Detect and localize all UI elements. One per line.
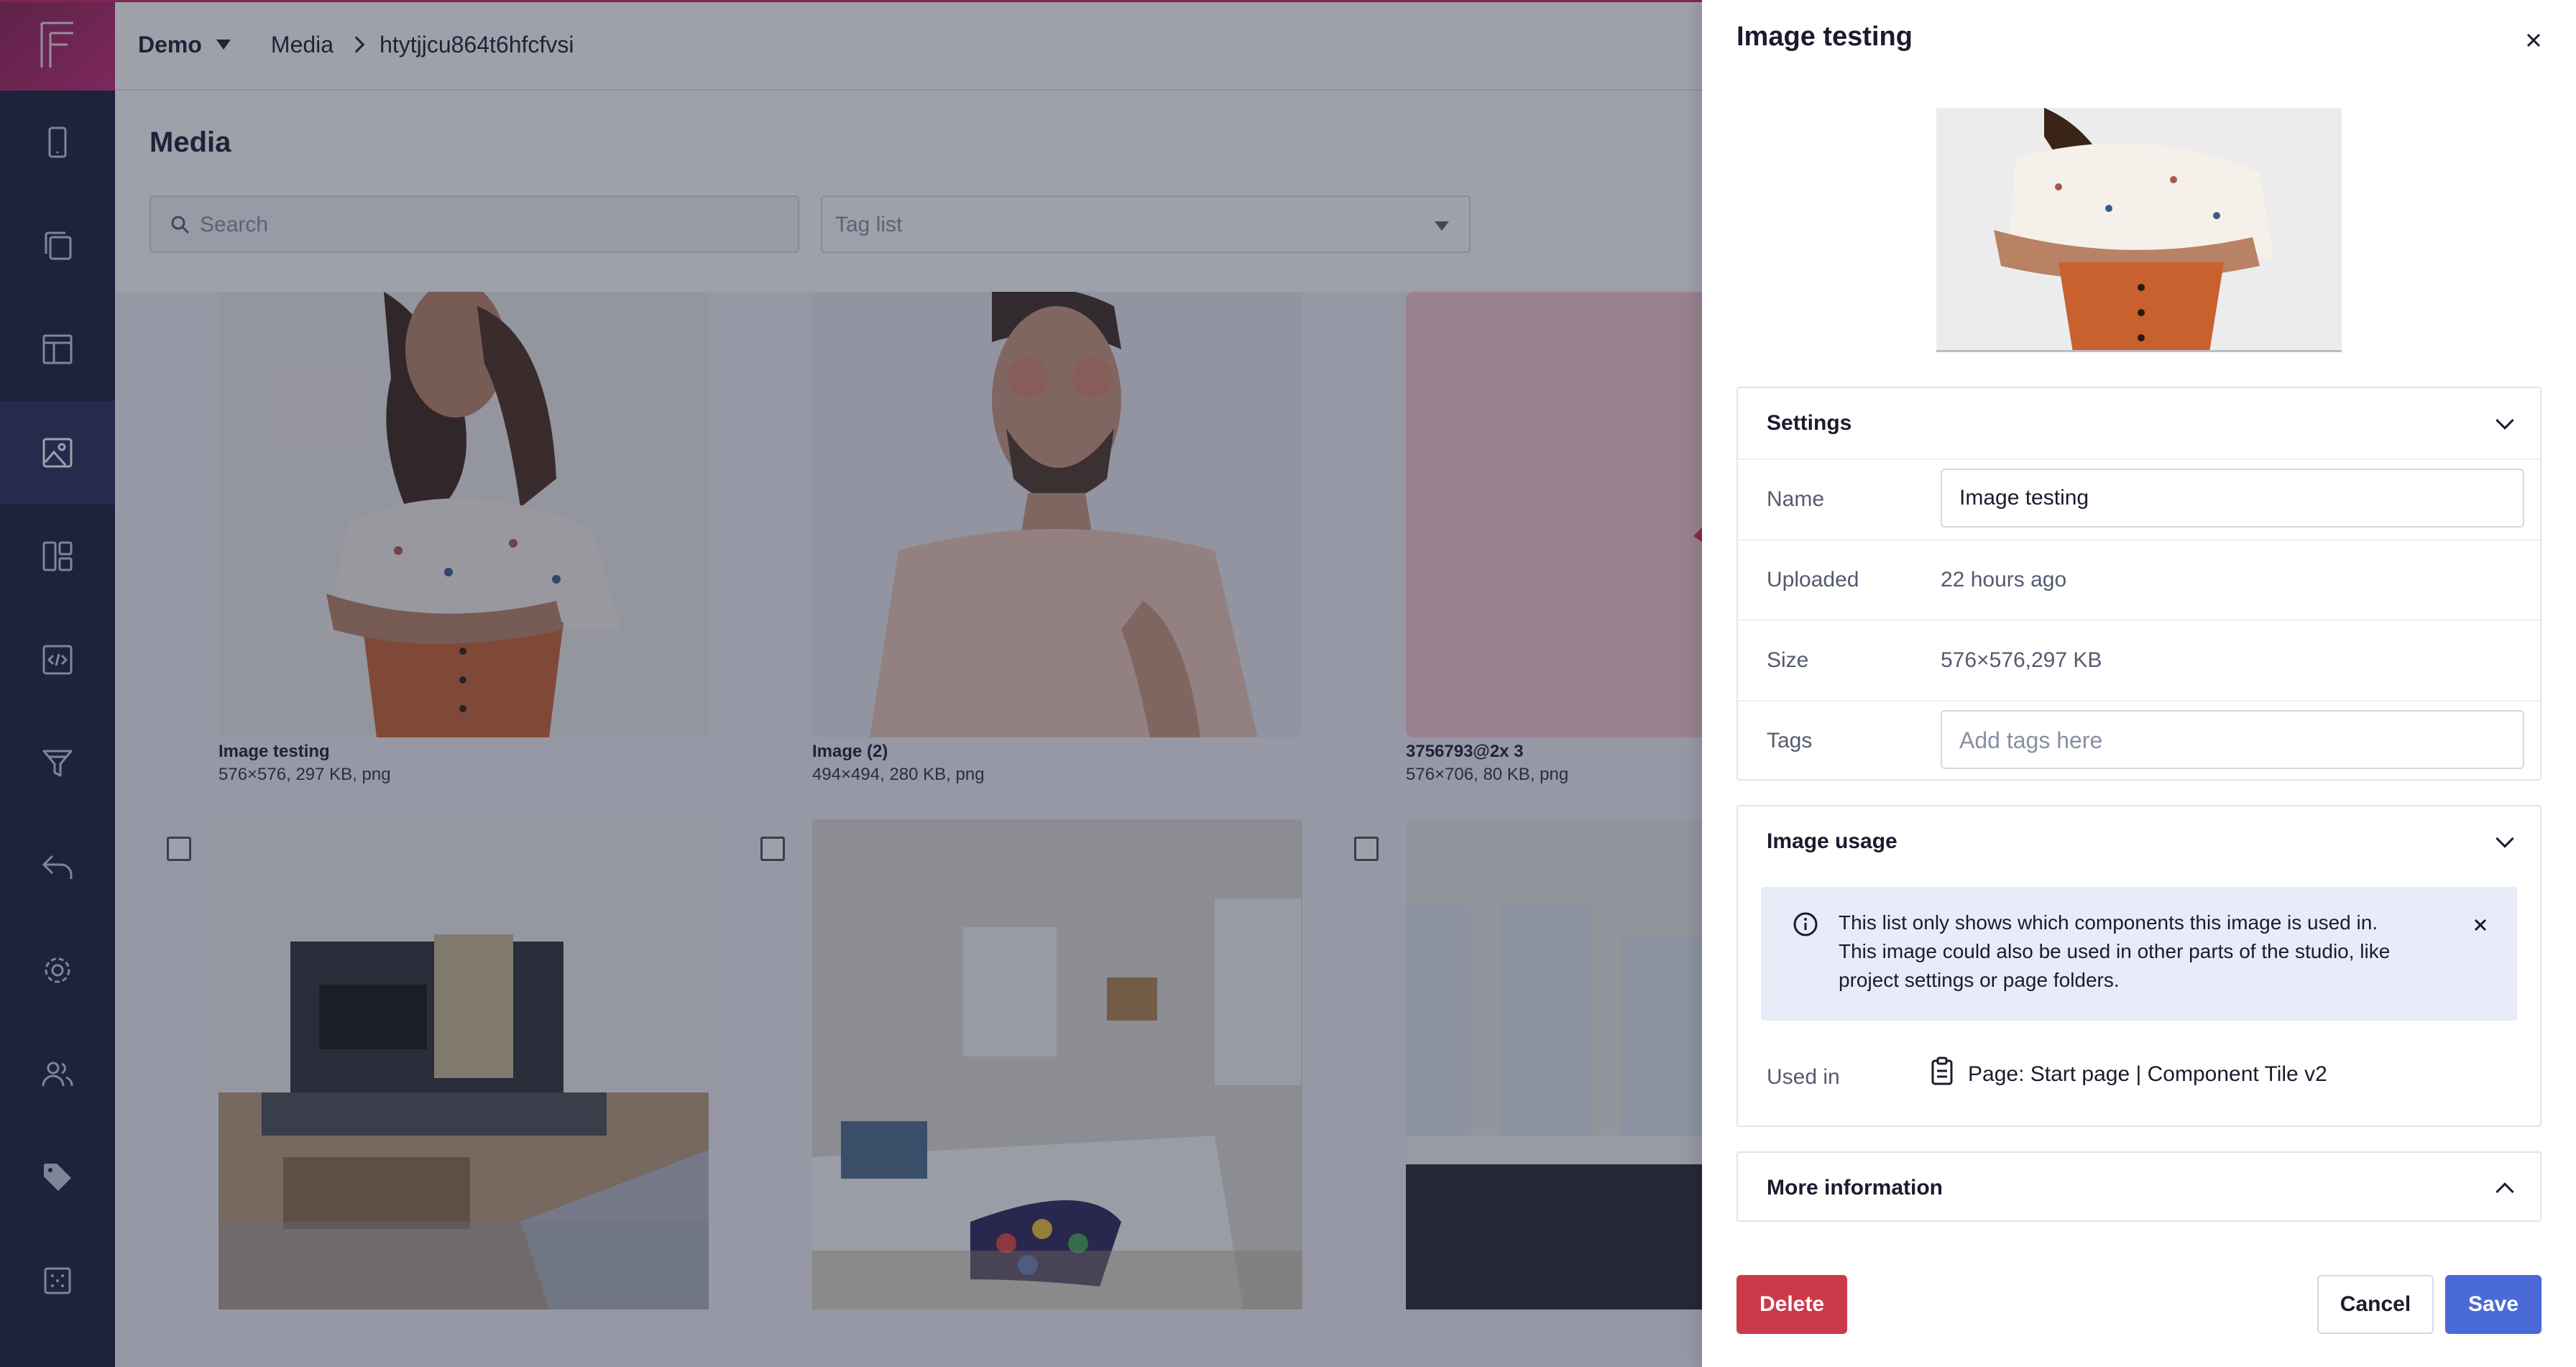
more-information-header[interactable]: More information [1738, 1153, 2540, 1223]
size-value: 576×576,297 KB [1941, 648, 2102, 672]
uploaded-label: Uploaded [1767, 568, 1859, 592]
name-row: Name Image testing [1738, 459, 2540, 539]
used-in-label: Used in [1767, 1065, 1840, 1089]
settings-title: Settings [1767, 411, 1852, 435]
settings-header[interactable]: Settings [1738, 388, 2540, 459]
chevron-up-icon[interactable] [2496, 1182, 2514, 1201]
chevron-down-icon[interactable] [2496, 411, 2514, 430]
image-details-panel: Image testing Settings Name Image testin… [1702, 0, 2576, 1367]
preview-photo [1936, 108, 2342, 350]
uploaded-row: Uploaded 22 hours ago [1738, 539, 2540, 620]
image-usage-section: Image usage This list only shows which c… [1736, 805, 2542, 1127]
modal-backdrop[interactable] [0, 0, 1702, 1367]
tags-input[interactable]: Add tags here [1941, 710, 2524, 769]
chevron-down-icon[interactable] [2496, 829, 2514, 848]
cancel-button[interactable]: Cancel [2317, 1275, 2434, 1334]
usage-info-banner: This list only shows which components th… [1761, 887, 2517, 1021]
size-row: Size 576×576,297 KB [1738, 620, 2540, 700]
image-usage-title: Image usage [1767, 829, 1898, 853]
used-in-link[interactable]: Page: Start page | Component Tile v2 [1968, 1062, 2327, 1087]
name-field[interactable]: Image testing [1941, 469, 2524, 528]
close-icon[interactable] [2519, 26, 2548, 55]
image-preview [1936, 108, 2342, 352]
info-icon [1793, 912, 1818, 936]
more-information-section: More information [1736, 1151, 2542, 1222]
usage-info-text: This list only shows which components th… [1839, 911, 2391, 991]
name-label: Name [1767, 487, 1825, 511]
more-information-title: More information [1767, 1176, 1943, 1200]
size-label: Size [1767, 648, 1809, 672]
image-usage-header[interactable]: Image usage [1738, 806, 2540, 877]
settings-section: Settings Name Image testing Uploaded 22 … [1736, 387, 2542, 781]
clipboard-icon [1931, 1057, 1953, 1085]
tags-row: Tags Add tags here [1738, 700, 2540, 781]
save-button[interactable]: Save [2445, 1275, 2542, 1334]
panel-title: Image testing [1736, 22, 1913, 52]
tags-label: Tags [1767, 729, 1813, 752]
uploaded-value: 22 hours ago [1941, 568, 2067, 592]
close-icon[interactable] [2470, 914, 2491, 936]
delete-button[interactable]: Delete [1736, 1275, 1847, 1334]
